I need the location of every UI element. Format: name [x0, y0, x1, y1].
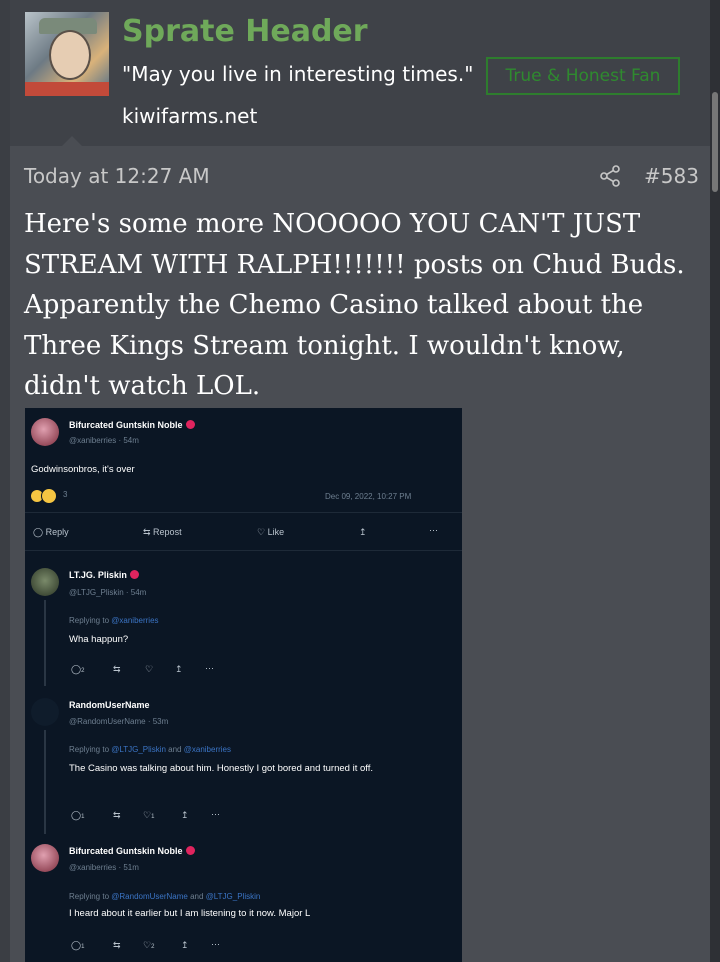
more-icon[interactable]: ⋯	[211, 809, 220, 820]
tweet-avatar	[31, 418, 59, 446]
reply-button[interactable]: ◯2	[71, 664, 84, 675]
share-icon[interactable]: ↥	[359, 527, 367, 538]
more-icon[interactable]: ⋯	[205, 663, 214, 674]
reply-button[interactable]: ◯1	[71, 940, 84, 951]
share-icon[interactable]	[598, 164, 622, 188]
tweet-text: Godwinsonbros, it's over	[31, 464, 135, 475]
reply-text: The Casino was talking about him. Honest…	[69, 763, 373, 774]
repost-button[interactable]: ⇆ Repost	[143, 527, 182, 538]
tweet-author-name: Bifurcated Guntskin Noble	[69, 420, 195, 430]
verified-icon	[185, 420, 195, 429]
reply-author-handle: @xaniberries · 51m	[69, 863, 139, 872]
share-icon[interactable]: ↥	[175, 664, 183, 675]
repost-button[interactable]: ⇆	[113, 810, 121, 821]
replying-to: Replying to @LTJG_Pliskin and @xaniberri…	[69, 745, 231, 754]
username[interactable]: Sprate Header	[122, 14, 368, 49]
like-button[interactable]: ♡	[145, 664, 153, 675]
repost-button[interactable]: ⇆	[113, 664, 121, 675]
reply-text: Wha happun?	[69, 634, 129, 645]
reply-author-name: RandomUserName	[69, 700, 150, 710]
post: Today at 12:27 AM #583 Here's some more …	[10, 146, 710, 962]
post-timestamp[interactable]: Today at 12:27 AM	[24, 164, 210, 188]
tweet-date: Dec 09, 2022, 10:27 PM	[325, 492, 412, 501]
scrollbar-thumb[interactable]	[712, 92, 718, 192]
more-icon[interactable]: ⋯	[211, 939, 220, 950]
reply-author-name: Bifurcated Guntskin Noble	[69, 846, 195, 856]
like-button[interactable]: ♡2	[143, 940, 154, 951]
reply-button[interactable]: ◯ Reply	[33, 527, 69, 538]
tweet-author-handle: @xaniberries · 54m	[69, 436, 139, 445]
reply-avatar	[31, 698, 59, 726]
post-number[interactable]: #583	[644, 164, 699, 188]
reply-avatar	[31, 568, 59, 596]
user-banner: True & Honest Fan	[486, 57, 680, 95]
verified-icon	[185, 846, 195, 855]
user-title: "May you live in interesting times."	[122, 62, 474, 86]
reply-avatar	[31, 844, 59, 872]
share-icon[interactable]: ↥	[181, 810, 189, 821]
reaction-emoji-icon	[31, 488, 59, 504]
like-button[interactable]: ♡1	[143, 810, 154, 821]
embedded-screenshot[interactable]: Bifurcated Guntskin Noble @xaniberries ·…	[25, 408, 462, 962]
share-icon[interactable]: ↥	[181, 940, 189, 951]
repost-button[interactable]: ⇆	[113, 940, 121, 951]
reply-author-handle: @RandomUserName · 53m	[69, 717, 169, 726]
reply-author-name: LT.JG. Pliskin	[69, 570, 139, 580]
replying-to: Replying to @RandomUserName and @LTJG_Pl…	[69, 892, 261, 901]
like-button[interactable]: ♡ Like	[257, 527, 284, 538]
reply-text: I heard about it earlier but I am listen…	[69, 908, 311, 919]
user-website: kiwifarms.net	[122, 104, 258, 128]
post-body-text: Here's some more NOOOOO YOU CAN'T JUST S…	[24, 209, 685, 401]
more-icon[interactable]: ⋯	[429, 525, 438, 536]
user-avatar[interactable]	[25, 12, 109, 96]
user-header: Sprate Header "May you live in interesti…	[10, 0, 710, 146]
message-pointer	[62, 136, 82, 146]
reaction-count: 3	[63, 490, 68, 499]
replying-to: Replying to @xaniberries	[69, 616, 159, 625]
verified-icon	[129, 570, 139, 579]
reply-button[interactable]: ◯1	[71, 810, 84, 821]
reply-author-handle: @LTJG_Pliskin · 54m	[69, 588, 147, 597]
